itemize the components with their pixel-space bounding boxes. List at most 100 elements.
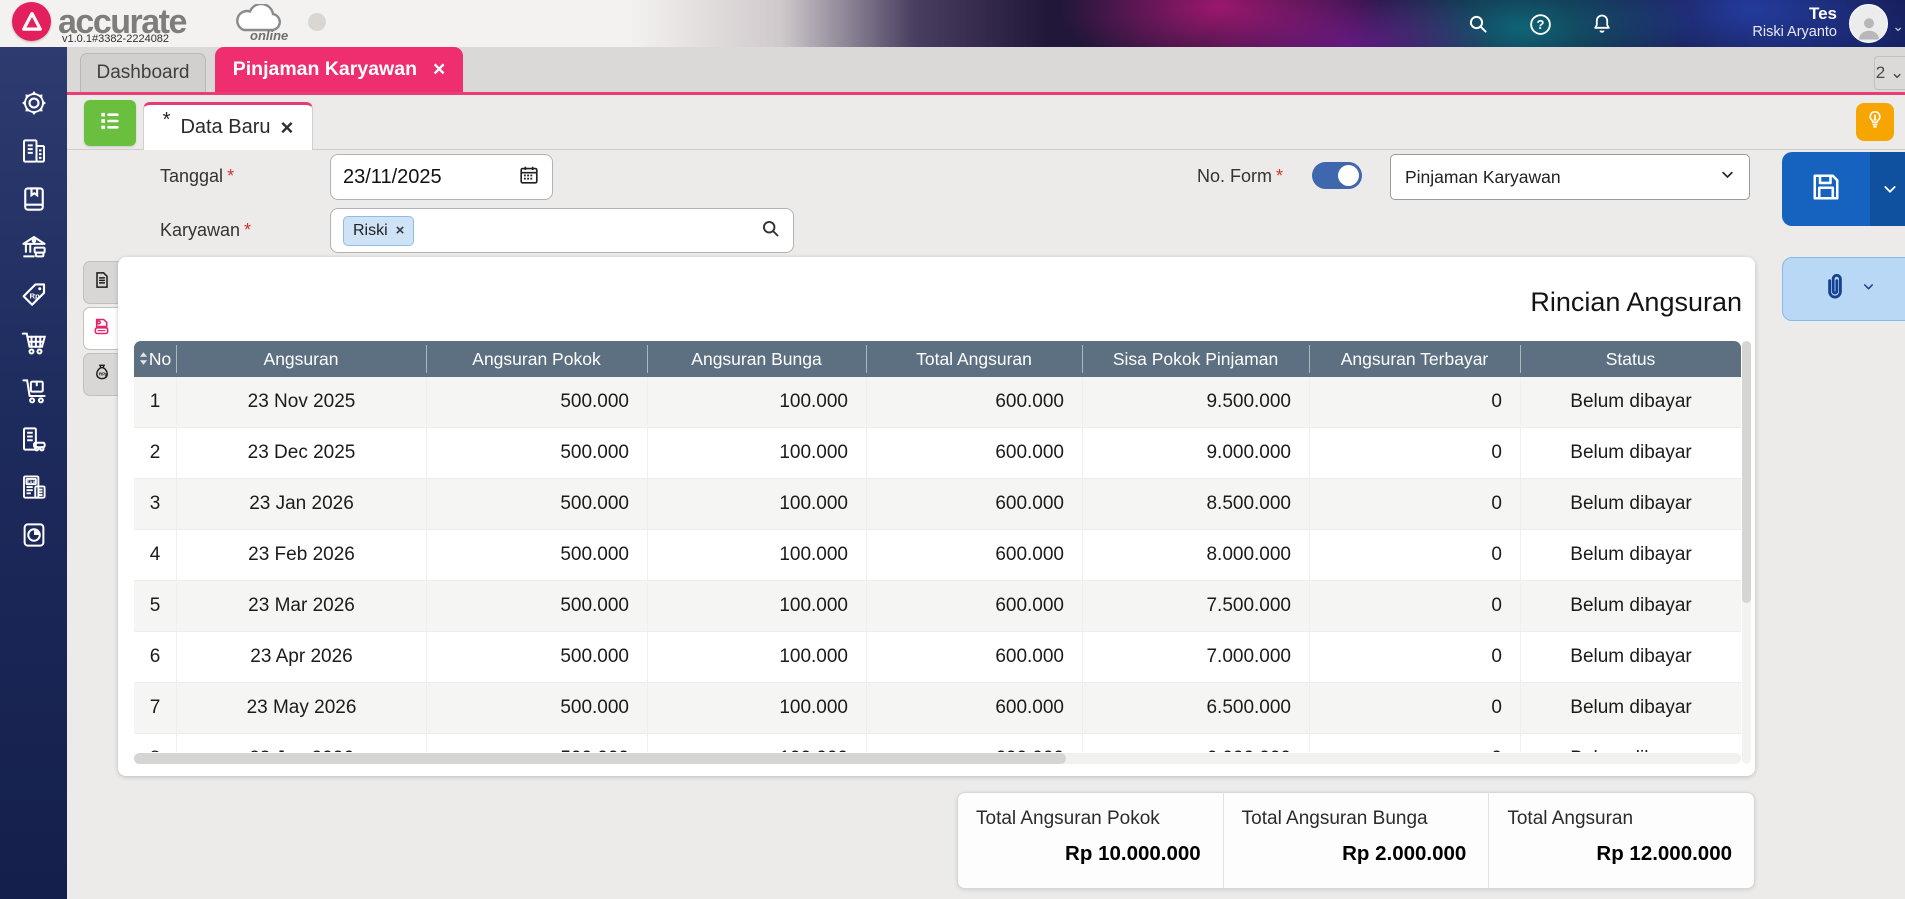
calendar-icon[interactable] (518, 164, 540, 191)
doc-tab-close-icon[interactable]: × (281, 116, 294, 139)
tab-dashboard[interactable]: Dashboard (80, 53, 206, 92)
sidebar-item-purchases[interactable] (4, 321, 64, 365)
sidebar-item-sales[interactable]: Rp (4, 273, 64, 317)
installment-panel: No Angsuran Angsuran Pokok Angsuran Bung… (118, 257, 1755, 776)
column-header-sisa-pokok[interactable]: Sisa Pokok Pinjaman (1082, 341, 1309, 377)
sidebar-item-inventory[interactable] (4, 369, 64, 413)
horizontal-scrollbar-thumb[interactable] (134, 753, 1067, 764)
cell-angsuran-terbayar: 0 (1309, 581, 1520, 631)
no-form-label: No. Form * (1197, 166, 1284, 186)
totals-card: Total Angsuran Pokok Rp 10.000.000 Total… (957, 792, 1755, 889)
total-cell: Total Angsuran Pokok Rp 10.000.000 (958, 793, 1223, 888)
vertical-scrollbar[interactable] (1742, 341, 1751, 764)
lookup-search-icon[interactable] (760, 218, 781, 244)
table-row[interactable]: 7 23 May 2026 500.000 100.000 600.000 6.… (134, 683, 1741, 734)
book-icon (19, 184, 49, 214)
installment-table: No Angsuran Angsuran Pokok Angsuran Bung… (134, 341, 1741, 752)
column-header-angsuran-pokok[interactable]: Angsuran Pokok (426, 341, 647, 377)
sidebar-item-reports[interactable] (4, 513, 64, 557)
sidebar-item-fixed-assets[interactable] (4, 417, 64, 461)
attachment-button[interactable] (1782, 257, 1905, 321)
save-floppy-icon (1808, 169, 1844, 210)
table-row[interactable]: 1 23 Nov 2025 500.000 100.000 600.000 9.… (134, 377, 1741, 428)
column-header-angsuran[interactable]: Angsuran (176, 341, 426, 377)
sort-icon (139, 349, 148, 370)
sidebar-item-settings[interactable] (4, 81, 64, 125)
cell-total-angsuran: 600.000 (866, 632, 1082, 682)
tanggal-input[interactable]: 23/11/2025 (330, 154, 553, 200)
search-icon[interactable] (1463, 9, 1493, 39)
table-row[interactable]: 2 23 Dec 2025 500.000 100.000 600.000 9.… (134, 428, 1741, 479)
save-split-button[interactable] (1782, 152, 1905, 226)
tab-close-icon[interactable]: × (433, 59, 445, 80)
sidebar-item-ledger[interactable] (4, 177, 64, 221)
karyawan-chip: Riski × (343, 215, 415, 246)
column-header-angsuran-terbayar[interactable]: Angsuran Terbayar (1309, 341, 1520, 377)
tab-overflow-button[interactable]: 2 ⌄ (1874, 56, 1905, 90)
table-row[interactable]: 3 23 Jan 2026 500.000 100.000 600.000 8.… (134, 479, 1741, 530)
installment-schedule-icon (91, 316, 112, 342)
unsaved-marker: * (162, 109, 171, 131)
total-value: Rp 2.000.000 (1342, 842, 1467, 865)
cell-no: 2 (149, 442, 161, 463)
cell-sisa-pokok: 8.500.000 (1082, 479, 1309, 529)
table-row[interactable]: 5 23 Mar 2026 500.000 100.000 600.000 7.… (134, 581, 1741, 632)
cell-status: Belum dibayar (1520, 683, 1741, 733)
table-row[interactable]: 4 23 Feb 2026 500.000 100.000 600.000 8.… (134, 530, 1741, 581)
vertical-scrollbar-thumb[interactable] (1742, 341, 1751, 604)
no-form-toggle[interactable] (1312, 162, 1362, 189)
table-row[interactable]: 8 23 Jun 2026 500.000 100.000 600.000 6.… (134, 734, 1741, 752)
table-row[interactable]: 6 23 Apr 2026 500.000 100.000 600.000 7.… (134, 632, 1741, 683)
cell-angsuran-bunga: 100.000 (647, 377, 866, 427)
lightbulb-icon (1863, 108, 1887, 137)
form-type-value: Pinjaman Karyawan (1405, 166, 1561, 187)
tax-document-icon: TAX (19, 472, 49, 502)
cart-icon (19, 328, 49, 358)
tab-pinjaman-karyawan[interactable]: Pinjaman Karyawan × (215, 47, 463, 92)
cell-status: Belum dibayar (1520, 428, 1741, 478)
column-header-status[interactable]: Status (1520, 341, 1741, 377)
open-list-button[interactable] (84, 100, 136, 146)
horizontal-scrollbar[interactable] (134, 753, 1741, 764)
side-tab-installment-detail[interactable] (83, 307, 119, 350)
tab-strip: Dashboard Pinjaman Karyawan × 2 ⌄ (0, 47, 1905, 95)
total-cell: Total Angsuran Rp 12.000.000 (1488, 793, 1754, 888)
karyawan-chip-label: Riski (353, 221, 388, 239)
tab-dashboard-label: Dashboard (96, 62, 190, 83)
hint-button[interactable] (1856, 103, 1894, 141)
attachment-caret-icon (1862, 280, 1875, 298)
cell-status: Belum dibayar (1520, 377, 1741, 427)
avatar[interactable] (1849, 4, 1888, 43)
topbar: accurate online v1.0.1#3382-2224082 ? Te… (0, 0, 1905, 47)
user-info: Tes Riski Aryanto (1752, 4, 1837, 40)
sidebar: Rp TAX (0, 47, 67, 899)
save-options-caret[interactable] (1870, 152, 1905, 226)
help-icon[interactable]: ? (1525, 9, 1555, 39)
sidebar-item-tax[interactable]: TAX (4, 465, 64, 509)
karyawan-input[interactable]: Riski × (330, 208, 794, 253)
chip-remove-icon[interactable]: × (396, 222, 405, 239)
column-header-total-angsuran[interactable]: Total Angsuran (866, 341, 1082, 377)
cell-status: Belum dibayar (1520, 581, 1741, 631)
side-tab-document[interactable] (83, 261, 119, 304)
pie-report-icon (19, 520, 49, 550)
cell-sisa-pokok: 8.000.000 (1082, 530, 1309, 580)
bank-icon (19, 232, 49, 262)
sidebar-item-cash-bank[interactable] (4, 225, 64, 269)
column-header-angsuran-bunga[interactable]: Angsuran Bunga (647, 341, 866, 377)
notifications-icon[interactable] (1587, 9, 1617, 39)
total-value: Rp 12.000.000 (1596, 842, 1733, 865)
sidebar-item-company[interactable] (4, 129, 64, 173)
doc-tab-data-baru[interactable]: * Data Baru × (143, 102, 313, 150)
cell-angsuran-pokok: 500.000 (426, 428, 647, 478)
user-menu-caret-icon[interactable]: ⌄ (1892, 18, 1904, 35)
column-header-no[interactable]: No (134, 341, 176, 377)
doc-tab-label: Data Baru (180, 116, 271, 138)
form-type-select[interactable]: Pinjaman Karyawan (1390, 154, 1750, 200)
company-building-icon (19, 136, 49, 166)
required-marker: * (1276, 166, 1284, 186)
cell-sisa-pokok: 6.000.000 (1082, 734, 1309, 752)
tab-active-label: Pinjaman Karyawan (232, 58, 417, 80)
side-tab-payment[interactable]: RP (83, 353, 119, 396)
save-button[interactable] (1782, 152, 1870, 226)
